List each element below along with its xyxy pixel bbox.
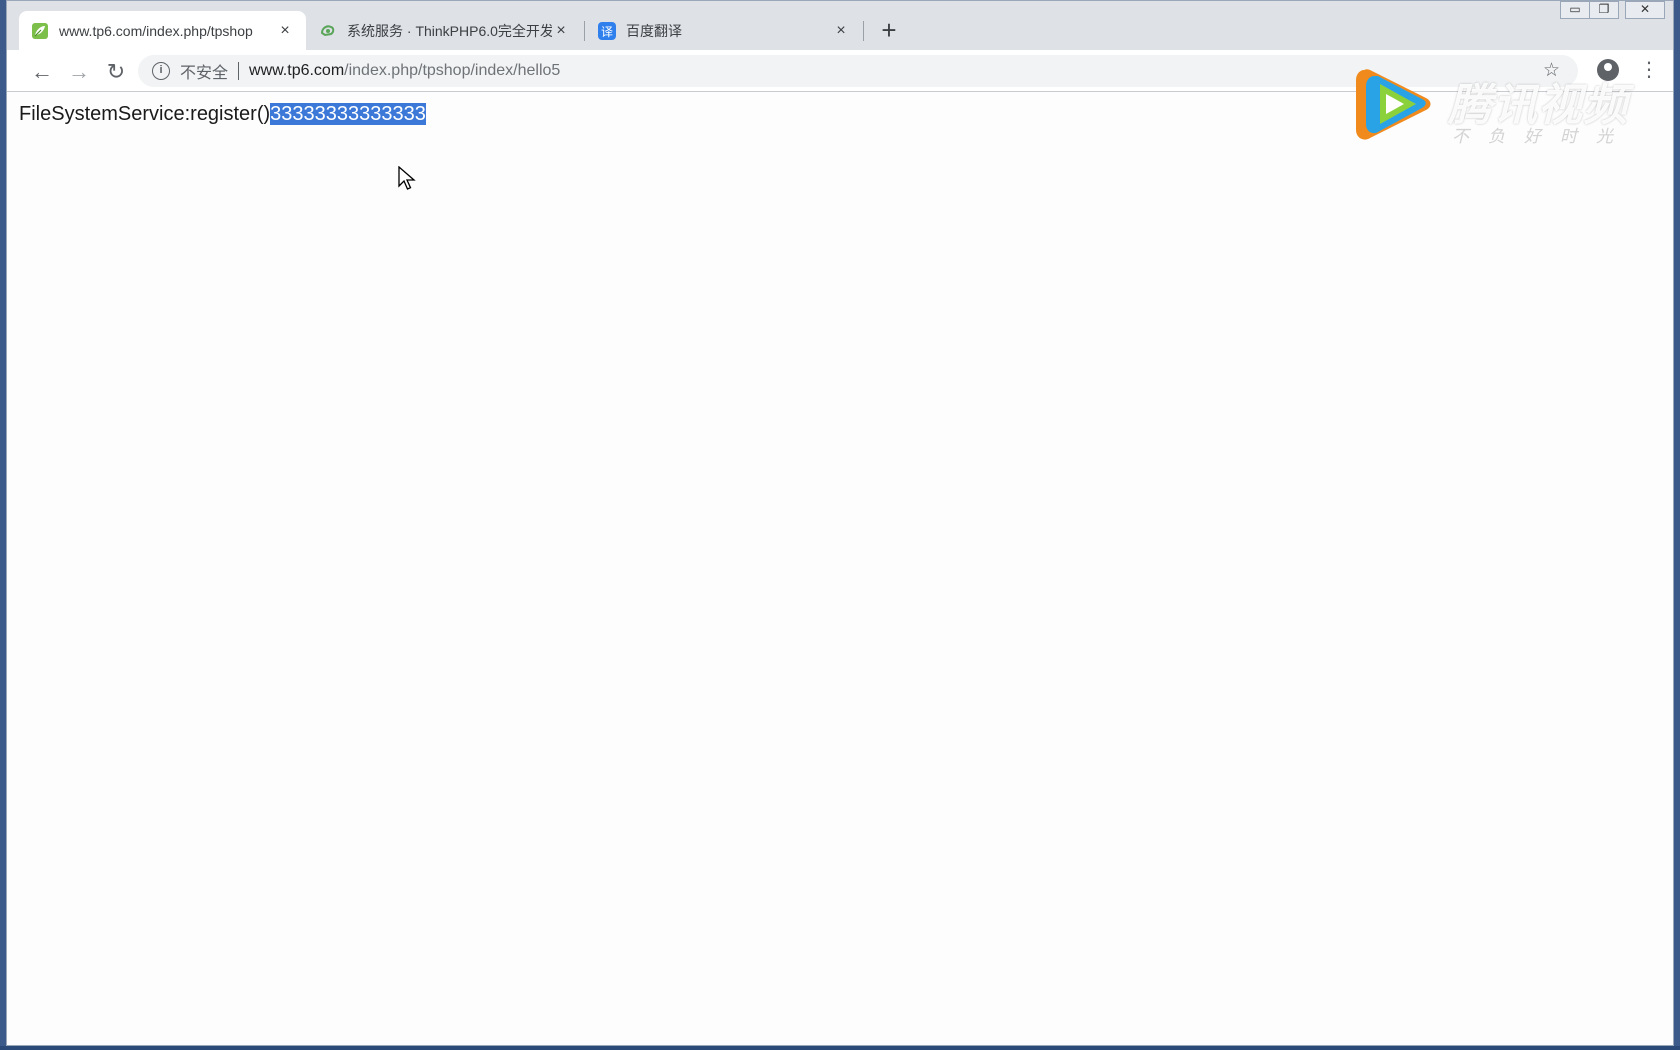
tab-tpshop[interactable]: www.tp6.com/index.php/tpshop ×: [19, 11, 306, 50]
divider: [238, 62, 240, 80]
close-icon[interactable]: ×: [276, 22, 294, 40]
tab-thinkphp-docs[interactable]: 系统服务 · ThinkPHP6.0完全开发 ×: [307, 11, 582, 50]
taskbar: [0, 1046, 1680, 1050]
reload-button[interactable]: ↻: [102, 58, 130, 86]
browser-window: www.tp6.com/index.php/tpshop × 系统服务 · Th…: [6, 0, 1674, 1046]
minimize-button[interactable]: ▭: [1560, 1, 1590, 19]
svg-text:译: 译: [601, 25, 613, 39]
tab-title: 百度翻译: [626, 22, 682, 39]
mouse-pointer-icon: [398, 166, 416, 190]
url-path: /index.php/tpshop/index/hello5: [344, 62, 561, 79]
tencent-video-watermark: 腾讯视频 不负好时光: [1350, 64, 1650, 149]
back-button[interactable]: ←: [28, 58, 56, 86]
restore-button[interactable]: ❐: [1589, 1, 1619, 19]
tab-title: 系统服务 · ThinkPHP6.0完全开发: [347, 22, 552, 39]
security-label[interactable]: 不安全: [180, 59, 228, 83]
window-close-button[interactable]: ✕: [1625, 1, 1665, 19]
tencent-video-logo-icon: [1356, 69, 1431, 140]
tab-separator: [584, 21, 585, 41]
output-text: FileSystemService:register()333333333333…: [19, 103, 426, 126]
kancloud-icon: [319, 22, 337, 40]
tab-strip: www.tp6.com/index.php/tpshop × 系统服务 · Th…: [7, 1, 1673, 50]
forward-button[interactable]: →: [65, 58, 93, 86]
close-icon[interactable]: ×: [832, 22, 850, 40]
watermark-slogan: 不负好时光: [1452, 127, 1632, 147]
selected-text: 33333333333333: [270, 103, 426, 125]
tab-separator: [863, 21, 864, 41]
info-icon[interactable]: i: [152, 62, 170, 80]
tab-title: www.tp6.com/index.php/tpshop: [59, 22, 253, 39]
new-tab-button[interactable]: +: [875, 17, 903, 45]
output-prefix: FileSystemService:register(): [19, 103, 271, 125]
url-host: www.tp6.com: [249, 62, 345, 79]
baidu-translate-icon: 译: [598, 21, 616, 40]
close-icon[interactable]: ×: [552, 22, 570, 40]
tp-leaf-icon: [31, 22, 49, 40]
tab-baidu-translate[interactable]: 译 百度翻译 ×: [586, 11, 862, 50]
page-content: FileSystemService:register()333333333333…: [7, 93, 1673, 1045]
